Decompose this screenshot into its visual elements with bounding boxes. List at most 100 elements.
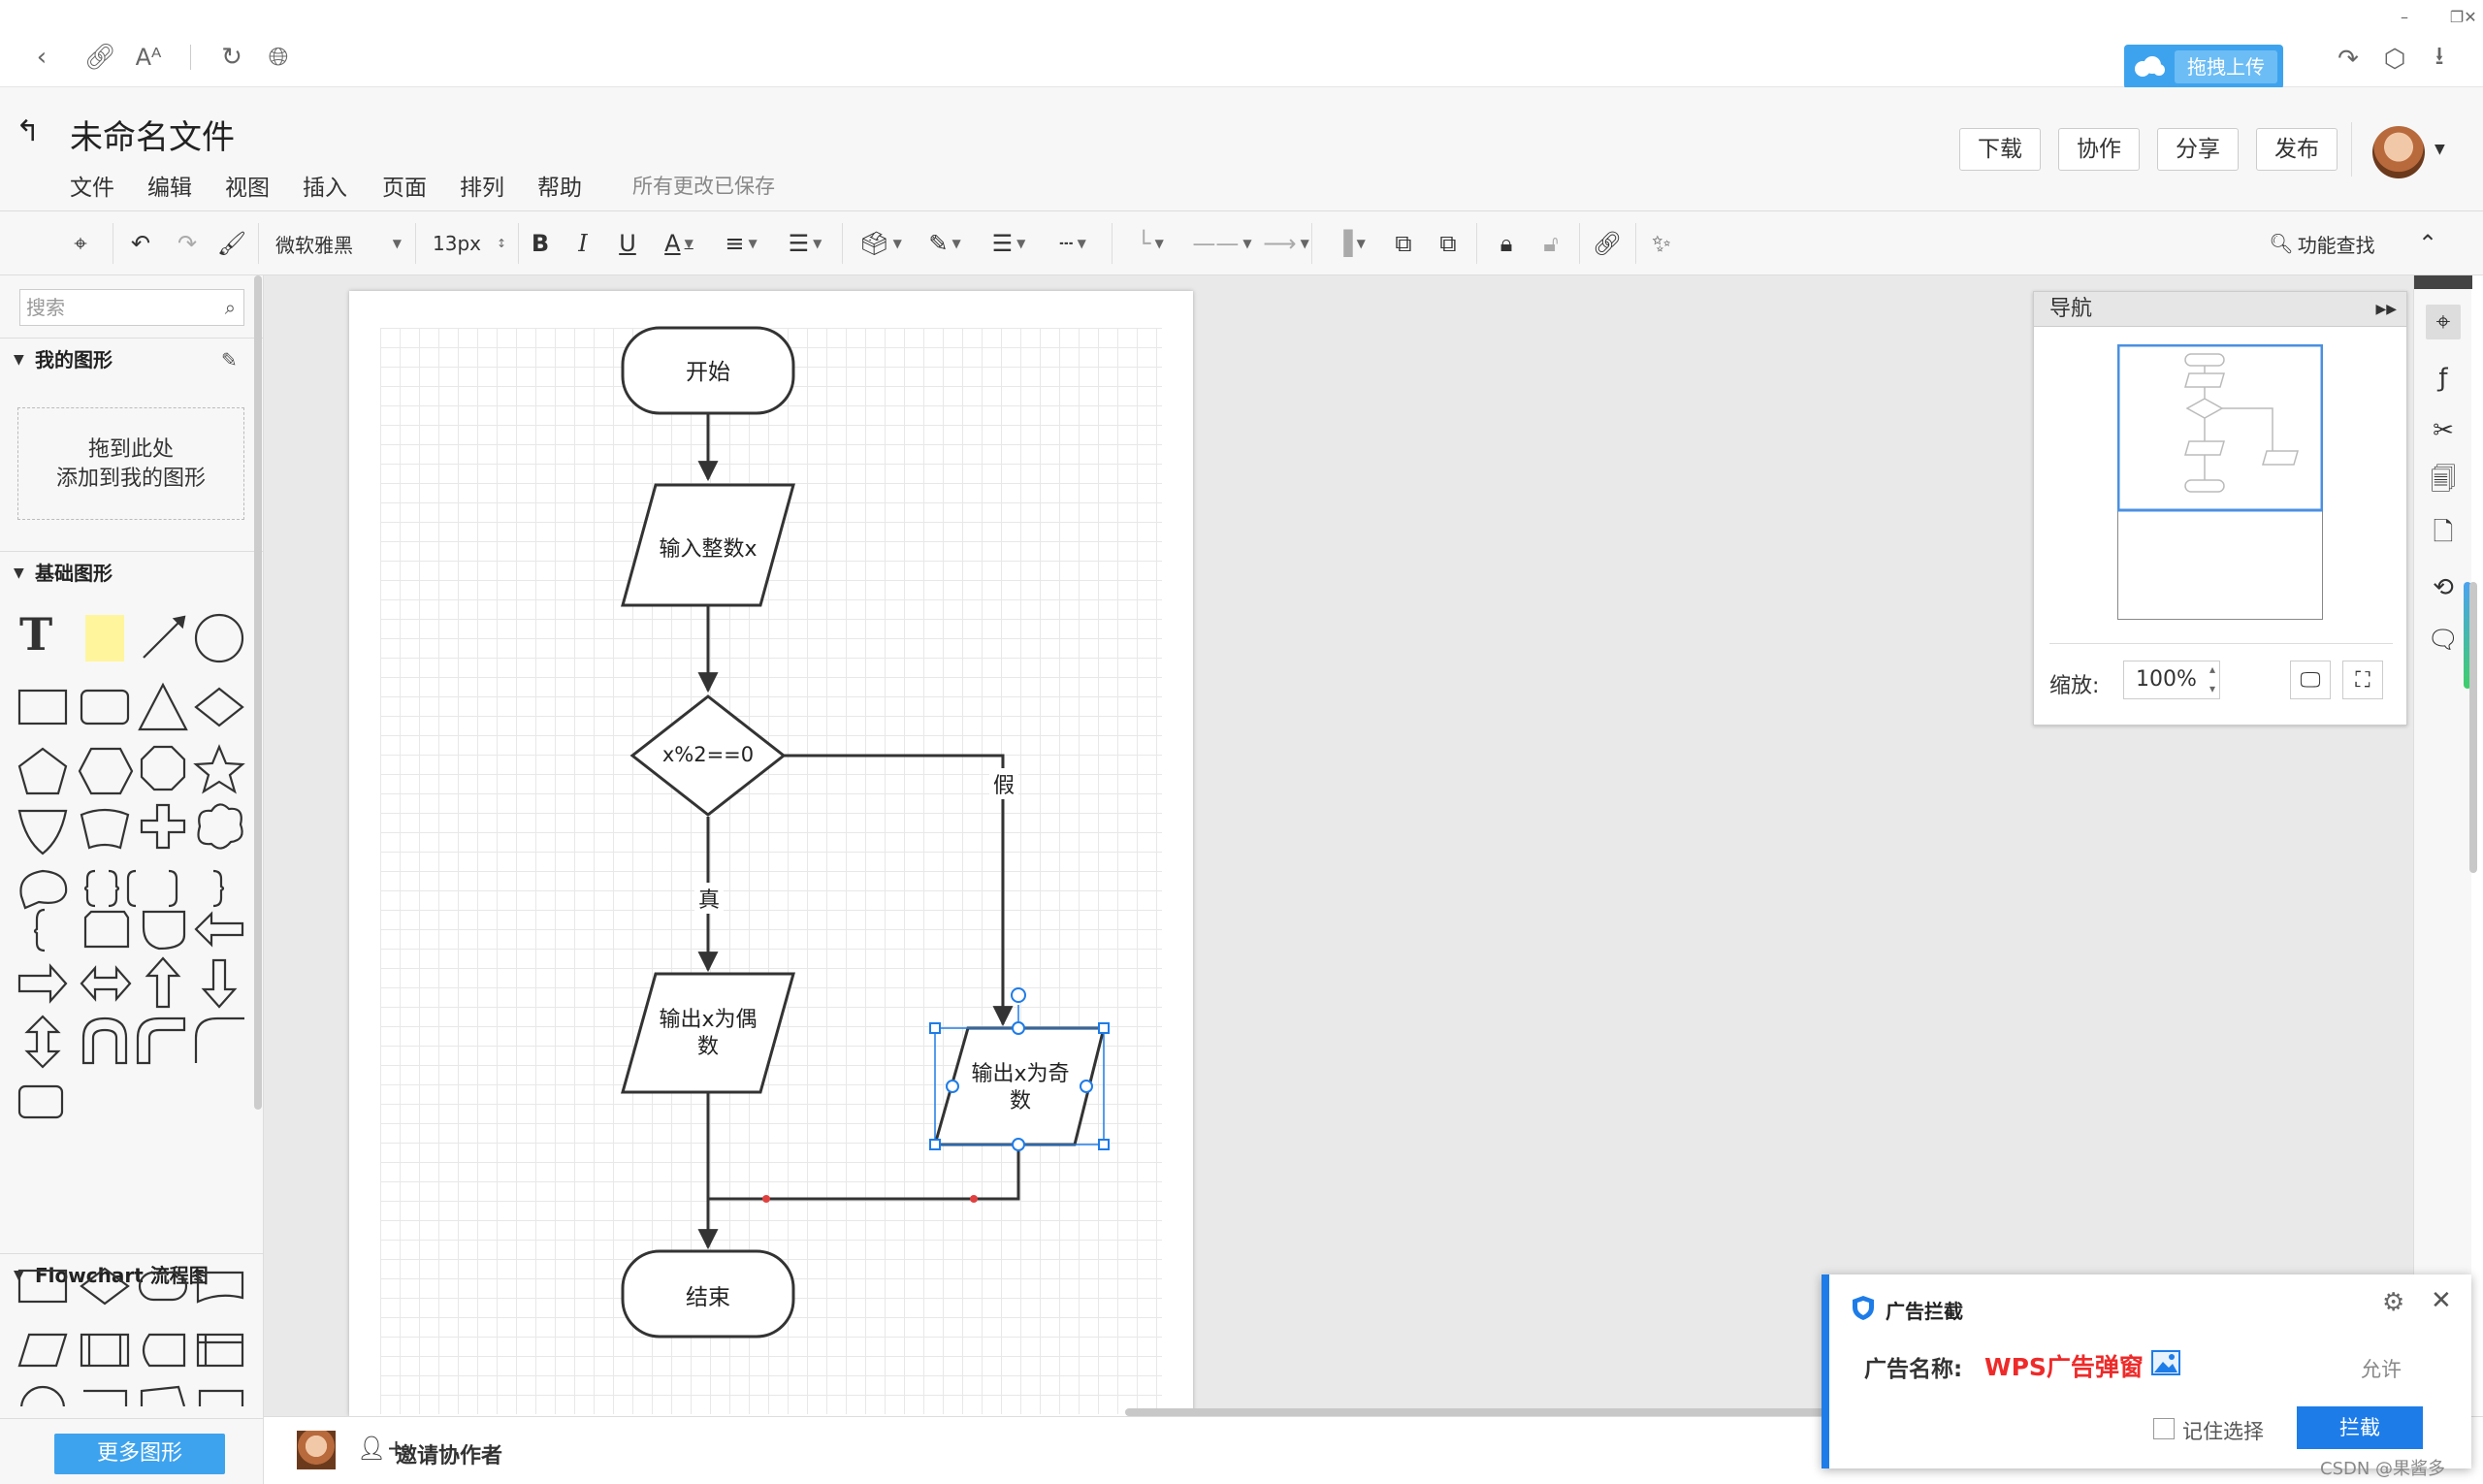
back-arrow-icon[interactable]: ↰ (16, 114, 40, 148)
menu-page[interactable]: 页面 (382, 169, 427, 202)
line-start-button[interactable]: —— ▼ (1187, 225, 1257, 262)
fit-screen-icon[interactable]: ⛶ (2342, 661, 2383, 699)
history-icon[interactable]: ⟲ (2426, 570, 2461, 605)
menu-help[interactable]: 帮助 (537, 169, 582, 202)
bring-front-icon[interactable]: ⧉ (1387, 225, 1420, 262)
avatar[interactable] (2372, 126, 2425, 178)
stepper-icon[interactable]: ▴ ▾ (2209, 660, 2215, 698)
menu-edit[interactable]: 编辑 (147, 169, 192, 202)
line-width-button[interactable]: ☰ ▼ (984, 225, 1034, 262)
watermark-text: CSDN @果酱多 (2320, 1459, 2446, 1479)
section-my-shapes[interactable]: ▼ 我的图形 ✎ (0, 338, 264, 380)
search-icon[interactable]: ⌕ (225, 290, 236, 325)
download-file-icon[interactable]: ⭳ (2423, 42, 2456, 76)
connector-type-button[interactable]: └ ▼ (1125, 225, 1176, 262)
section-basic-shapes[interactable]: ▼ 基础图形 (0, 551, 264, 594)
collapse-icon[interactable]: ⌃ (2411, 225, 2444, 262)
edit-icon[interactable]: ✎ (221, 339, 238, 381)
redo-icon[interactable]: ↷ (171, 225, 204, 262)
menu-file[interactable]: 文件 (70, 169, 114, 202)
line-spacing-button[interactable]: ☰ ▼ (782, 225, 828, 262)
font-color-button[interactable]: A ▼ (656, 225, 702, 262)
fill-color-button[interactable]: 🗳︎ ▼ (855, 225, 906, 262)
feature-search[interactable]: 🔍︎ 功能查找 (2264, 225, 2380, 262)
collab-button[interactable]: 协作 (2058, 128, 2140, 171)
font-family-select[interactable]: 微软雅黑 ▼ (275, 225, 402, 262)
close-window-icon[interactable]: ✕ (2456, 8, 2483, 31)
line-color-button[interactable]: ✎ ▼ (919, 225, 970, 262)
invite-collaborator[interactable]: 邀请协作者 (396, 1438, 502, 1469)
comment-icon[interactable]: 🗨︎ (2426, 623, 2461, 658)
align-shapes-button[interactable]: ▐ ▼ (1327, 225, 1373, 262)
allow-button[interactable]: 允许 (2361, 1354, 2402, 1383)
chevron-down-icon: ▼ (813, 237, 822, 250)
italic-button[interactable]: I (568, 225, 597, 262)
unlock-icon[interactable]: 🔓︎ (1534, 225, 1567, 262)
bold-button[interactable]: B (526, 225, 555, 262)
hyperlink-icon[interactable]: 🔗︎ (1591, 225, 1624, 262)
drag-upload-button[interactable]: 拖拽上传 (2124, 45, 2283, 89)
my-shapes-drop-zone[interactable]: 拖到此处 添加到我的图形 (17, 407, 244, 520)
formula-icon[interactable]: ƒ (2426, 361, 2461, 396)
navigator-viewport[interactable] (2117, 344, 2323, 512)
share-arrow-icon[interactable]: ↷ (2332, 43, 2365, 76)
refresh-icon[interactable]: ↻ (215, 41, 248, 74)
pin-icon[interactable]: ⌖ (64, 225, 97, 262)
navigator-thumbnail[interactable] (2117, 344, 2323, 620)
line-style-button[interactable]: ┄ ▼ (1048, 225, 1098, 262)
send-back-icon[interactable]: ⧉ (1432, 225, 1465, 262)
flowchart-shapes-grid[interactable] (14, 1261, 246, 1406)
cube-icon[interactable]: ⬡ (2378, 43, 2411, 76)
align-button[interactable]: ≡ ▼ (718, 225, 764, 262)
zoom-label: 缩放: (2049, 674, 2100, 698)
link-icon[interactable]: 🔗︎ (83, 41, 116, 74)
underline-button[interactable]: U (613, 225, 642, 262)
publish-button[interactable]: 发布 (2256, 128, 2338, 171)
remember-checkbox[interactable] (2153, 1418, 2175, 1439)
navigator-header[interactable]: 导航 ▶▶ (2034, 292, 2406, 327)
back-icon[interactable]: ‹ (25, 41, 58, 74)
document-title[interactable]: 未命名文件 (70, 111, 235, 158)
image-icon[interactable] (2151, 1350, 2180, 1375)
minimize-icon-2[interactable] (2388, 8, 2417, 31)
menu-insert[interactable]: 插入 (303, 169, 347, 202)
zoom-input[interactable]: 100% ▴ ▾ (2123, 661, 2220, 699)
gear-icon[interactable]: ⚙ (2382, 1288, 2404, 1317)
block-button[interactable]: 拦截 (2297, 1406, 2423, 1449)
vertical-scrollbar[interactable] (2469, 582, 2477, 873)
close-icon[interactable]: ✕ (2431, 1286, 2452, 1315)
align-icon: ≡ (725, 230, 745, 257)
document-icon[interactable]: 🗋︎ (2426, 518, 2461, 553)
ad-name-value: WPS广告弹窗 (1984, 1353, 2144, 1381)
share-button[interactable]: 分享 (2157, 128, 2239, 171)
page-grid[interactable] (380, 328, 1162, 1414)
navigator-toggle-icon[interactable]: ⌖ (2426, 305, 2461, 339)
crop-page-icon[interactable]: ✂︎ (2426, 413, 2461, 448)
divider (1635, 223, 1636, 264)
pages-icon[interactable]: 🗐︎ (2426, 466, 2461, 500)
font-size-icon[interactable]: Aᴬ (132, 41, 165, 74)
undo-icon[interactable]: ↶ (124, 225, 157, 262)
magic-wand-icon[interactable]: ✨︎ (1645, 225, 1678, 262)
collapse-right-icon[interactable]: ▶▶ (2375, 292, 2397, 327)
menu-view[interactable]: 视图 (225, 169, 270, 202)
font-family-value: 微软雅黑 (275, 233, 353, 257)
font-size-stepper[interactable]: 13px ↕ (433, 225, 506, 262)
format-painter-icon[interactable]: 🖌︎ (215, 225, 248, 262)
divider (1311, 223, 1312, 264)
horizontal-scrollbar[interactable] (1125, 1408, 1901, 1416)
sidebar-scrollbar[interactable] (254, 275, 262, 1110)
dashed-line-icon: ┄ (1059, 230, 1074, 257)
avatar[interactable] (297, 1431, 336, 1469)
arrow-right-icon: ⟶ (1263, 230, 1297, 257)
basic-shapes-grid[interactable]: T (14, 605, 246, 1129)
download-button[interactable]: 下载 (1959, 128, 2041, 171)
shape-search-input[interactable]: 搜索 ⌕ (19, 289, 244, 326)
chevron-down-icon[interactable]: ▼ (2435, 142, 2445, 157)
lock-icon[interactable]: 🔒︎ (1490, 225, 1523, 262)
more-shapes-button[interactable]: 更多图形 (54, 1434, 225, 1474)
globe-icon[interactable]: 🌐︎ (262, 41, 295, 74)
presentation-icon[interactable]: 🖵︎ (2290, 661, 2331, 699)
divider (1112, 223, 1113, 264)
menu-arrange[interactable]: 排列 (460, 169, 504, 202)
